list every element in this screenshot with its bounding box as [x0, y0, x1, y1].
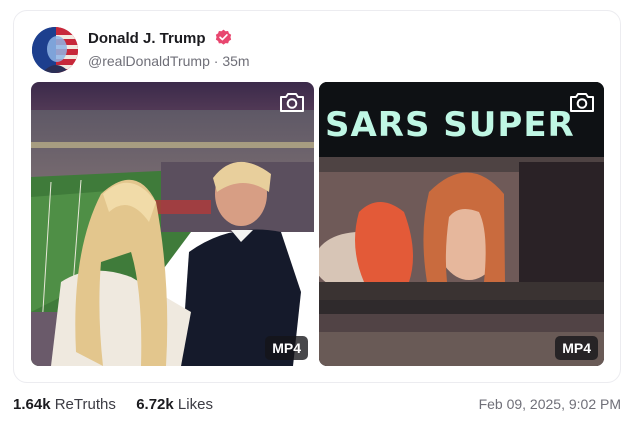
- camera-icon[interactable]: [278, 90, 306, 114]
- post-age[interactable]: 35m: [222, 53, 249, 69]
- media-tile-1[interactable]: MP4: [31, 82, 314, 366]
- display-name-text[interactable]: Donald J. Trump: [88, 30, 206, 47]
- media-type-badge: MP4: [555, 336, 598, 360]
- verified-badge-icon: [215, 29, 231, 45]
- post-timestamp[interactable]: Feb 09, 2025, 9:02 PM: [479, 396, 621, 412]
- jumbotron-video-thumbnail: SARS SUPER: [319, 82, 604, 366]
- media-tile-2[interactable]: SARS SUPER MP4: [319, 82, 604, 366]
- stadium-video-thumbnail: [31, 82, 314, 366]
- engagement-stats: 1.64k ReTruths 6.72k Likes: [13, 396, 213, 413]
- display-name[interactable]: Donald J. Trump: [88, 29, 232, 47]
- separator: ·: [213, 53, 219, 69]
- handle[interactable]: @realDonaldTrump: [88, 53, 210, 69]
- likes-count[interactable]: 6.72k: [136, 396, 174, 413]
- camera-icon[interactable]: [568, 90, 596, 114]
- likes-label[interactable]: Likes: [178, 396, 213, 413]
- truth-post-card[interactable]: Donald J. Trump @realDonaldTrump · 35m M…: [13, 10, 621, 383]
- media-type-badge: MP4: [265, 336, 308, 360]
- handle-row: @realDonaldTrump · 35m: [88, 53, 250, 69]
- profile-avatar[interactable]: [32, 27, 78, 73]
- retruths-count[interactable]: 1.64k: [13, 396, 51, 413]
- scoreboard-text: SARS SUPER: [325, 105, 575, 145]
- retruths-label[interactable]: ReTruths: [55, 396, 116, 413]
